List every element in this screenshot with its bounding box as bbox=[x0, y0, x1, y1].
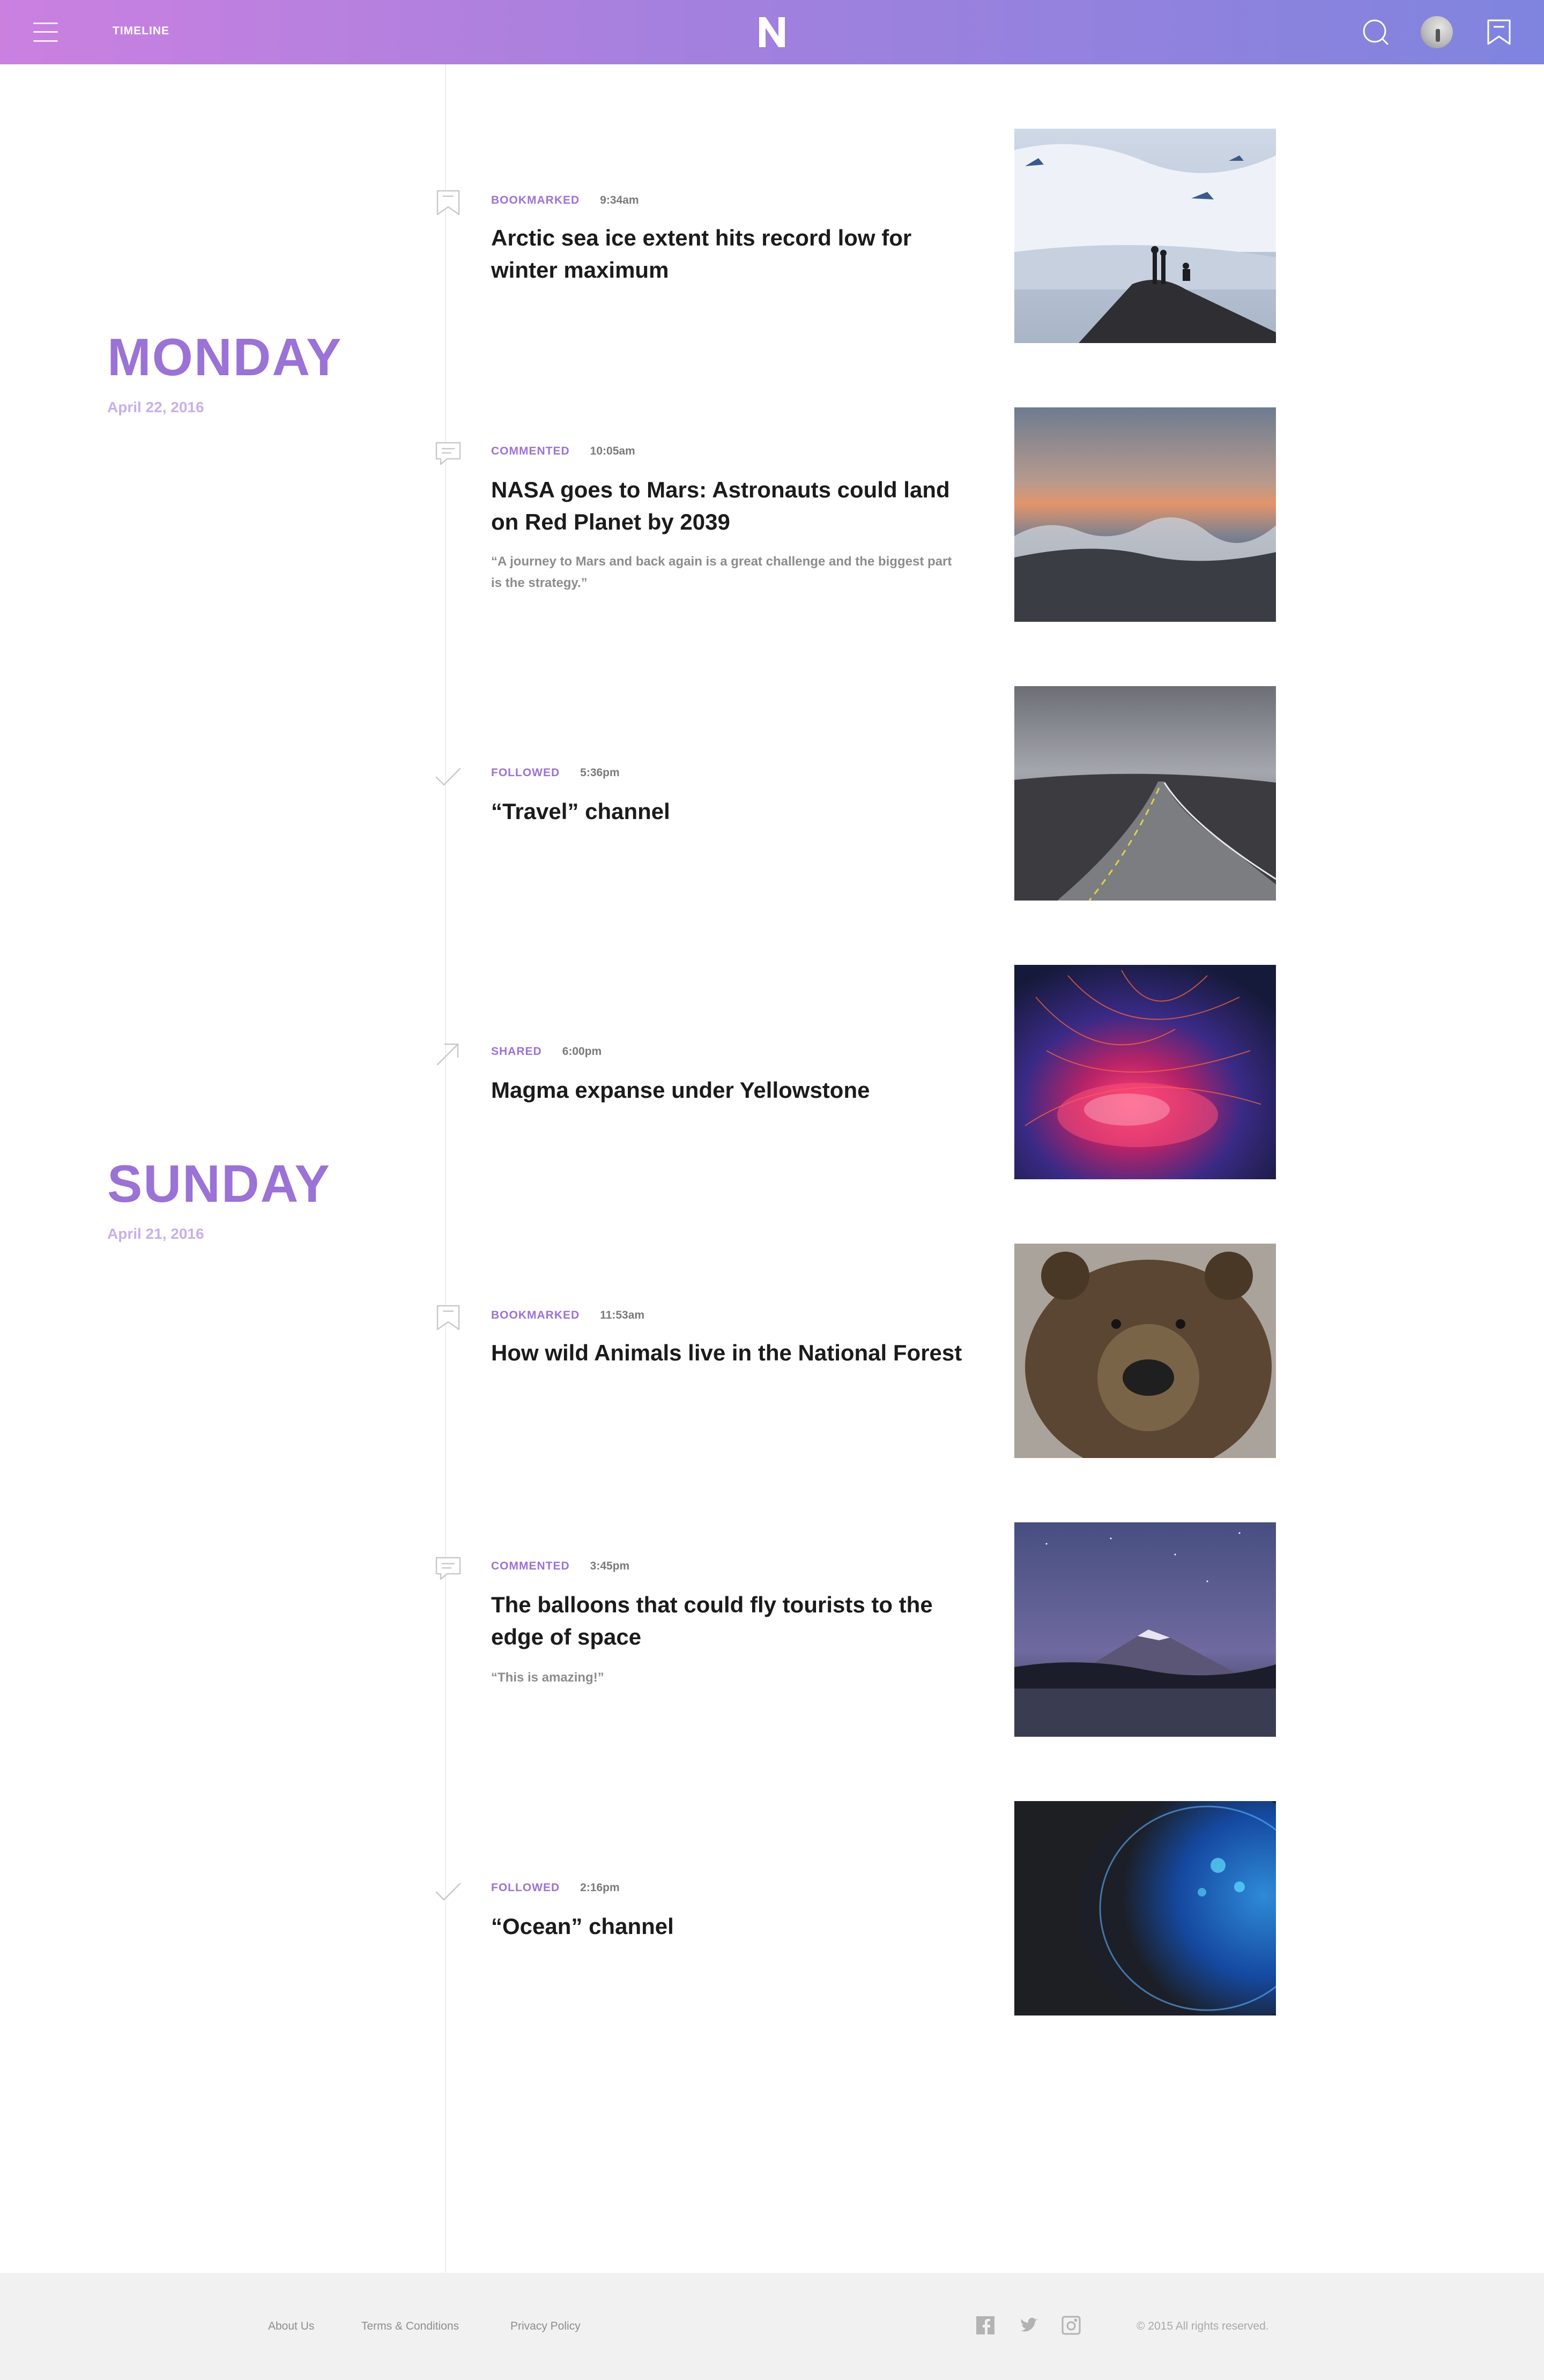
entry-comment: “A journey to Mars and back again is a g… bbox=[491, 554, 952, 590]
activity-time: 3:45pm bbox=[590, 1560, 630, 1572]
activity-time: 9:34am bbox=[600, 194, 639, 206]
share-arrow-icon bbox=[436, 1043, 459, 1066]
mountain-lake-image bbox=[1014, 1522, 1276, 1737]
comment-icon bbox=[435, 1557, 461, 1580]
nav-title[interactable]: TIMELINE bbox=[113, 25, 169, 38]
instagram-icon[interactable] bbox=[1060, 2315, 1082, 2336]
thumbnail-arctic[interactable] bbox=[1014, 129, 1276, 343]
entry-meta: BOOKMARKED 9:34am bbox=[491, 194, 639, 207]
activity-time: 5:36pm bbox=[580, 767, 620, 779]
entry-title[interactable]: Arctic sea ice extent hits record low fo… bbox=[491, 222, 963, 286]
day-heading-sunday: SUNDAY bbox=[107, 1154, 331, 1213]
entry-title[interactable]: How wild Animals live in the National Fo… bbox=[491, 1337, 963, 1369]
thumbnail-mountain[interactable] bbox=[1014, 1522, 1276, 1737]
menu-icon[interactable] bbox=[33, 23, 58, 42]
entry-meta: FOLLOWED 5:36pm bbox=[491, 767, 620, 779]
check-icon bbox=[435, 768, 461, 786]
entry-title[interactable]: The balloons that could fly tourists to … bbox=[491, 1589, 963, 1653]
desert-road-image bbox=[1014, 686, 1276, 901]
day-heading-monday: MONDAY bbox=[107, 328, 343, 386]
activity-time: 2:16pm bbox=[580, 1881, 620, 1894]
sunset-clouds-image bbox=[1014, 407, 1276, 622]
jellyfish-image bbox=[1014, 1801, 1276, 2015]
top-bar: TIMELINE bbox=[0, 0, 1544, 64]
activity-type: COMMENTED bbox=[491, 445, 570, 457]
entry-title[interactable]: NASA goes to Mars: Astronauts could land… bbox=[491, 474, 963, 538]
thumbnail-ocean[interactable] bbox=[1014, 1801, 1276, 2015]
activity-type: SHARED bbox=[491, 1045, 542, 1058]
entry-meta: FOLLOWED 2:16pm bbox=[491, 1881, 620, 1894]
entry-title[interactable]: “Ocean” channel bbox=[491, 1910, 963, 1943]
day-date-sunday: April 21, 2016 bbox=[107, 1225, 204, 1242]
bookmark-icon bbox=[436, 190, 460, 215]
footer bbox=[0, 2273, 1544, 2380]
bookmark-icon bbox=[436, 1305, 460, 1330]
day-date-monday: April 22, 2016 bbox=[107, 399, 204, 415]
activity-type: COMMENTED bbox=[491, 1560, 570, 1572]
thumbnail-bear[interactable] bbox=[1014, 1244, 1276, 1458]
activity-type: FOLLOWED bbox=[491, 1881, 560, 1894]
entry-meta: COMMENTED 3:45pm bbox=[491, 1560, 629, 1573]
entry-meta: COMMENTED 10:05am bbox=[491, 445, 635, 458]
avatar[interactable] bbox=[1421, 16, 1453, 48]
thumbnail-road[interactable] bbox=[1014, 686, 1276, 901]
entry-title[interactable]: “Travel” channel bbox=[491, 795, 963, 828]
comment-icon bbox=[435, 442, 461, 465]
bookmark-icon[interactable] bbox=[1483, 16, 1515, 48]
logo-icon[interactable] bbox=[756, 15, 788, 49]
arctic-hikers-image bbox=[1014, 129, 1276, 343]
facebook-icon[interactable] bbox=[975, 2315, 996, 2336]
activity-type: FOLLOWED bbox=[491, 767, 560, 779]
timeline-line bbox=[445, 64, 446, 2273]
bear-image bbox=[1014, 1244, 1276, 1458]
footer-link-terms[interactable]: Terms & Conditions bbox=[361, 2320, 459, 2333]
footer-link-about[interactable]: About Us bbox=[268, 2320, 314, 2333]
footer-link-privacy[interactable]: Privacy Policy bbox=[510, 2320, 581, 2333]
magma-sparks-image bbox=[1014, 965, 1276, 1179]
activity-time: 11:53am bbox=[600, 1309, 645, 1321]
twitter-icon[interactable] bbox=[1019, 2315, 1040, 2336]
check-icon bbox=[435, 1883, 461, 1901]
entry-title[interactable]: Magma expanse under Yellowstone bbox=[491, 1074, 963, 1106]
entry-comment: “This is amazing!” bbox=[491, 1670, 604, 1685]
activity-time: 6:00pm bbox=[562, 1045, 602, 1058]
activity-time: 10:05am bbox=[590, 445, 635, 457]
thumbnail-magma[interactable] bbox=[1014, 965, 1276, 1179]
thumbnail-mars[interactable] bbox=[1014, 407, 1276, 622]
copyright-text: © 2015 All rights reserved. bbox=[1137, 2320, 1269, 2332]
entry-meta: BOOKMARKED 11:53am bbox=[491, 1309, 644, 1322]
activity-type: BOOKMARKED bbox=[491, 194, 580, 206]
search-icon[interactable] bbox=[1360, 16, 1392, 48]
activity-type: BOOKMARKED bbox=[491, 1309, 580, 1321]
entry-meta: SHARED 6:00pm bbox=[491, 1045, 602, 1058]
